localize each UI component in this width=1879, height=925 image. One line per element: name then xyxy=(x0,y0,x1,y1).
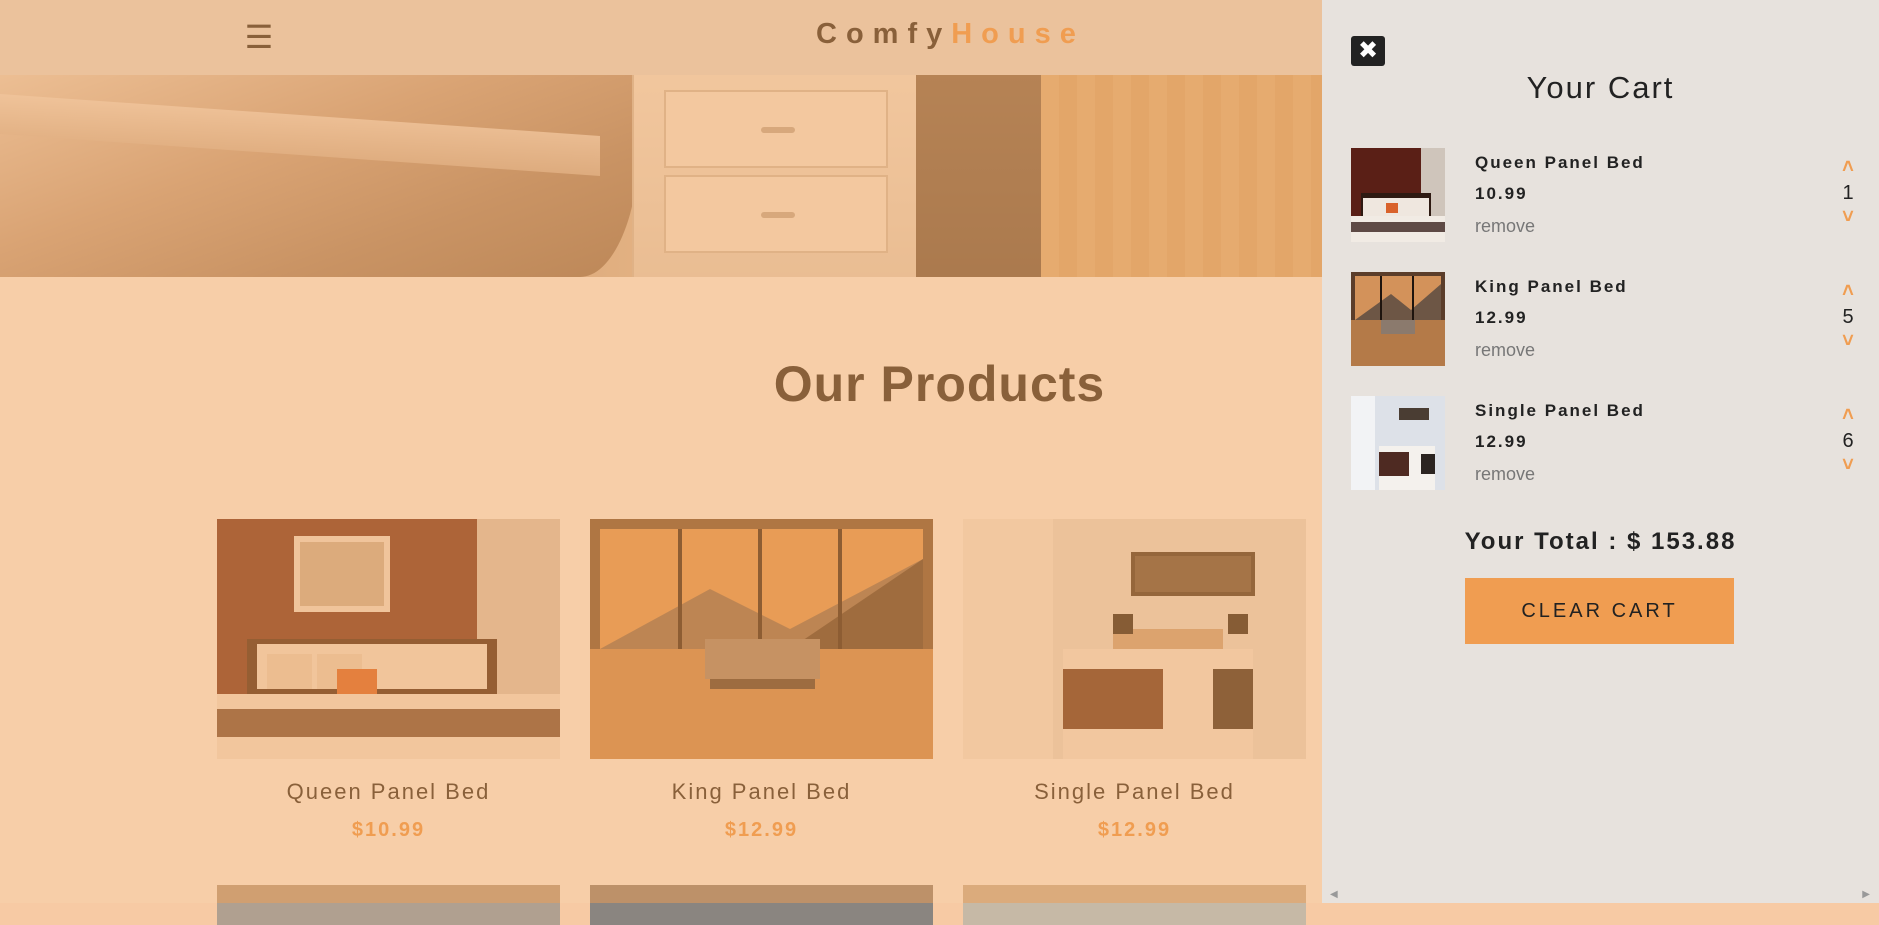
cart-item-remove-link[interactable]: remove xyxy=(1475,464,1535,485)
horizontal-scrollbar[interactable]: ◀ ▶ xyxy=(1330,889,1870,900)
cart-item-thumbnail xyxy=(1351,272,1445,366)
scroll-left-icon[interactable]: ◀ xyxy=(1330,889,1338,900)
clear-cart-button[interactable]: CLEAR CART xyxy=(1465,578,1734,644)
cart-total-value: 153.88 xyxy=(1651,528,1737,555)
cart-item-remove-link[interactable]: remove xyxy=(1475,216,1535,237)
cart-item: King Panel Bed 12.99 remove ˄ 5 ˅ xyxy=(1351,272,1854,366)
cart-title: Your Cart xyxy=(1526,70,1675,105)
cart-total: Your Total : $ 153.88 xyxy=(1322,528,1879,556)
cart-item-quantity: 1 xyxy=(1842,182,1854,204)
cart-item-thumbnail xyxy=(1351,148,1445,242)
chevron-down-icon[interactable]: ˅ xyxy=(1837,455,1859,475)
cart-item: Single Panel Bed 12.99 remove ˄ 6 ˅ xyxy=(1351,396,1854,490)
cart-item-price: 12.99 xyxy=(1475,432,1528,451)
cart-item-thumbnail xyxy=(1351,396,1445,490)
chevron-up-icon[interactable]: ˄ xyxy=(1837,405,1859,425)
chevron-up-icon[interactable]: ˄ xyxy=(1837,157,1859,177)
cart-item-quantity: 5 xyxy=(1842,306,1854,328)
cart-item-quantity: 6 xyxy=(1842,430,1854,452)
cart-item-name: Queen Panel Bed xyxy=(1475,153,1645,172)
chevron-down-icon[interactable]: ˅ xyxy=(1837,331,1859,351)
cart-item-name: King Panel Bed xyxy=(1475,277,1628,296)
chevron-up-icon[interactable]: ˄ xyxy=(1837,281,1859,301)
cart-item-price: 10.99 xyxy=(1475,184,1528,203)
cart-item-name: Single Panel Bed xyxy=(1475,401,1645,420)
cart-drawer: ✖ Your Cart Queen Panel Bed 10.99 remove… xyxy=(1322,0,1879,903)
scroll-right-icon[interactable]: ▶ xyxy=(1862,889,1870,900)
cart-item: Queen Panel Bed 10.99 remove ˄ 1 ˅ xyxy=(1351,148,1854,242)
cart-item-price: 12.99 xyxy=(1475,308,1528,327)
close-icon[interactable]: ✖ xyxy=(1351,36,1385,66)
cart-item-remove-link[interactable]: remove xyxy=(1475,340,1535,361)
cart-total-label: Your Total : $ xyxy=(1464,528,1652,555)
chevron-down-icon[interactable]: ˅ xyxy=(1837,207,1859,227)
